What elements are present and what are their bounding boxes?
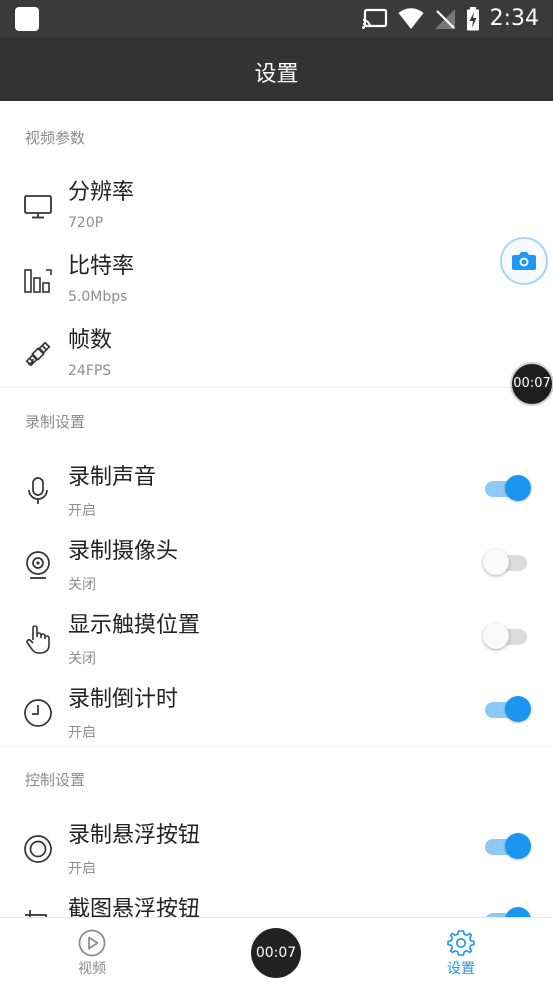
record-float-button-toggle[interactable] xyxy=(483,828,531,864)
setting-title: 录制摄像头 xyxy=(68,539,179,564)
tab-settings[interactable]: 设置 xyxy=(431,928,491,978)
bottom-nav: 视频 00:07 设置 xyxy=(0,917,553,984)
toggle-thumb xyxy=(483,623,509,649)
setting-title: 帧数 xyxy=(68,328,113,353)
clock-icon xyxy=(24,699,52,727)
record-circle-icon xyxy=(24,835,52,863)
tab-settings-label: 设置 xyxy=(447,961,475,977)
setting-title: 录制悬浮按钮 xyxy=(68,823,201,848)
setting-title: 录制声音 xyxy=(68,465,157,490)
toggle-thumb xyxy=(505,696,531,722)
touch-hand-icon xyxy=(26,625,50,654)
countdown-toggle[interactable] xyxy=(483,691,531,727)
setting-countdown[interactable]: 录制倒计时 开启 xyxy=(0,678,553,751)
wifi-icon xyxy=(398,7,424,29)
setting-title: 录制倒计时 xyxy=(68,687,179,712)
toggle-thumb xyxy=(483,549,509,575)
setting-value: 720P xyxy=(68,215,104,231)
status-icons: 2:34 xyxy=(361,6,539,31)
camera-icon xyxy=(512,252,536,270)
tab-video[interactable]: 视频 xyxy=(62,928,122,978)
screenshot-float-button-toggle[interactable] xyxy=(483,902,531,917)
setting-value: 关闭 xyxy=(68,651,96,667)
section-divider xyxy=(0,387,553,388)
page-title: 设置 xyxy=(254,62,299,87)
setting-record-camera[interactable]: 录制摄像头 关闭 xyxy=(0,530,553,603)
app-notification-icon xyxy=(15,7,39,31)
toggle-thumb xyxy=(505,833,531,859)
setting-show-touches[interactable]: 显示触摸位置 关闭 xyxy=(0,604,553,677)
center-record-timer[interactable]: 00:07 xyxy=(251,928,301,978)
setting-value: 开启 xyxy=(68,725,96,741)
record-audio-toggle[interactable] xyxy=(483,470,531,506)
crop-icon xyxy=(25,910,47,917)
setting-resolution[interactable]: 分辨率 720P xyxy=(0,171,553,244)
monitor-icon xyxy=(24,195,52,219)
bitrate-bars-icon xyxy=(24,269,52,293)
show-touches-toggle[interactable] xyxy=(483,618,529,654)
settings-list[interactable]: 视频参数 分辨率 720P 比特率 5.0Mbps 帧数 24FPS 录制设置 … xyxy=(0,101,553,917)
section-header-video: 视频参数 xyxy=(25,129,86,147)
setting-title: 显示触摸位置 xyxy=(68,613,201,638)
setting-value: 5.0Mbps xyxy=(68,289,128,305)
no-signal-icon xyxy=(434,8,455,29)
play-circle-icon xyxy=(78,929,106,957)
webcam-icon xyxy=(26,551,50,579)
toggle-thumb xyxy=(505,907,531,917)
setting-value: 关闭 xyxy=(68,577,96,593)
cast-icon xyxy=(361,8,387,29)
status-bar: 2:34 xyxy=(0,0,553,38)
record-camera-toggle[interactable] xyxy=(483,544,529,580)
setting-record-audio[interactable]: 录制声音 开启 xyxy=(0,456,553,529)
microphone-icon xyxy=(28,477,48,504)
setting-title: 截图悬浮按钮 xyxy=(68,897,201,917)
satellite-icon xyxy=(25,341,51,367)
setting-screenshot-float-button[interactable]: 截图悬浮按钮 xyxy=(0,888,553,917)
setting-value: 24FPS xyxy=(68,363,112,379)
status-time: 2:34 xyxy=(489,6,539,31)
toggle-thumb xyxy=(505,475,531,501)
setting-title: 比特率 xyxy=(68,254,135,279)
setting-record-float-button[interactable]: 录制悬浮按钮 开启 xyxy=(0,814,553,887)
setting-title: 分辨率 xyxy=(68,180,135,205)
setting-value: 开启 xyxy=(68,503,96,519)
setting-value: 开启 xyxy=(68,861,96,877)
floating-record-timer[interactable]: 00:07 xyxy=(510,362,553,406)
section-divider xyxy=(0,746,553,747)
battery-charging-icon xyxy=(466,6,479,30)
gear-icon xyxy=(447,930,475,956)
floating-screenshot-button[interactable] xyxy=(500,237,548,285)
section-header-recording: 录制设置 xyxy=(25,413,86,431)
setting-bitrate[interactable]: 比特率 5.0Mbps xyxy=(0,245,553,318)
section-header-control: 控制设置 xyxy=(25,771,86,789)
setting-framerate[interactable]: 帧数 24FPS xyxy=(0,319,553,392)
app-bar: 设置 xyxy=(0,38,553,101)
tab-video-label: 视频 xyxy=(78,961,106,977)
